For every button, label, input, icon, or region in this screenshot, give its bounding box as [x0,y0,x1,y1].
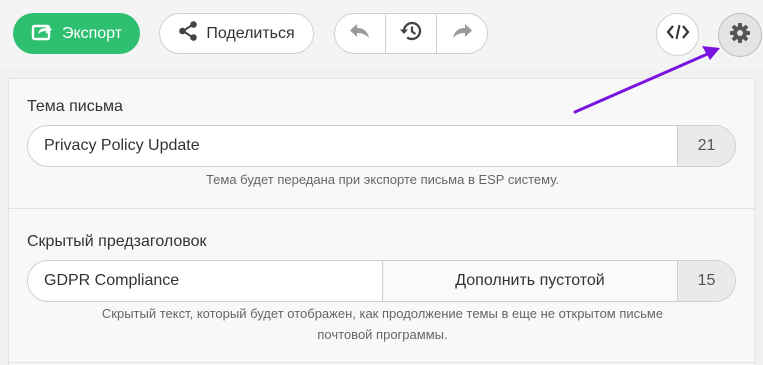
code-view-button[interactable] [656,13,699,56]
history-button-group [334,13,488,54]
subject-char-counter: 21 [677,126,735,166]
subject-input[interactable]: Privacy Policy Update [28,126,677,166]
share-icon [178,20,198,47]
share-label: Поделиться [206,24,295,42]
section-divider [9,362,756,363]
section-divider [9,208,756,209]
preheader-char-counter: 15 [677,261,735,301]
redo-icon [450,22,474,45]
undo-button[interactable] [335,14,385,53]
preheader-field: GDPR Compliance Дополнить пустотой 15 [27,260,736,302]
redo-button[interactable] [437,14,487,53]
email-settings-panel: Тема письма Privacy Policy Update 21 Тем… [8,78,756,365]
history-icon [399,20,423,47]
preheader-input[interactable]: GDPR Compliance [28,261,382,301]
code-icon [666,23,690,46]
history-button[interactable] [385,14,437,53]
preheader-hint-line1: Скрытый текст, который будет отображен, … [101,306,664,321]
preheader-label: Скрытый предзаголовок [27,233,207,250]
share-button[interactable]: Поделиться [159,13,314,54]
export-label: Экспорт [61,24,123,42]
subject-label: Тема письма [27,98,123,115]
preheader-hint-line2: почтовой программы. [317,327,448,342]
gear-icon [729,22,751,49]
toolbar: Экспорт Поделиться [0,0,763,70]
export-button[interactable]: Экспорт [13,13,140,54]
subject-field: Privacy Policy Update 21 [27,125,736,167]
fill-with-whitespace-button[interactable]: Дополнить пустотой [382,261,677,301]
settings-button[interactable] [718,13,762,57]
subject-hint: Тема будет передана при экспорте письма … [205,172,560,187]
export-icon [31,21,55,46]
undo-icon [348,22,372,45]
